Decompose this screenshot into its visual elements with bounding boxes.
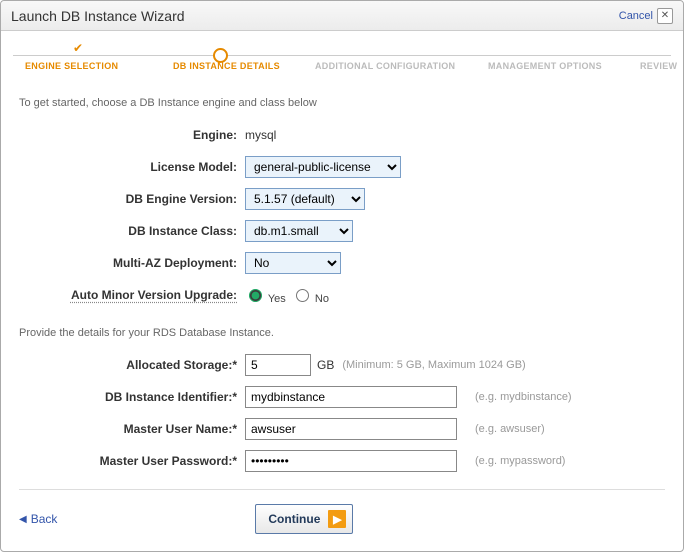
divider (19, 489, 665, 490)
arrow-right-icon: ▶ (328, 510, 346, 528)
radio-auto-minor-yes[interactable] (249, 289, 262, 302)
dialog-header: Launch DB Instance Wizard Cancel ✕ (1, 1, 683, 31)
steps-track (13, 55, 671, 56)
continue-button[interactable]: Continue ▶ (255, 504, 353, 534)
label-master-user: Master User Name:* (19, 422, 245, 436)
input-master-user[interactable] (245, 418, 457, 440)
wizard-steps: ✔ ENGINE SELECTION DB INSTANCE DETAILS A… (13, 37, 671, 87)
input-master-password[interactable] (245, 450, 457, 472)
radio-yes-wrap[interactable]: Yes (245, 286, 286, 305)
step-db-instance-details[interactable]: DB INSTANCE DETAILS (173, 61, 280, 71)
label-instance-class: DB Instance Class: (19, 224, 245, 238)
label-master-password: Master User Password:* (19, 454, 245, 468)
step-management-options: MANAGEMENT OPTIONS (488, 61, 602, 71)
cancel-link[interactable]: Cancel (619, 10, 653, 22)
radio-no-label: No (315, 293, 329, 305)
label-engine-version: DB Engine Version: (19, 192, 245, 206)
select-multi-az[interactable]: No (245, 252, 341, 274)
radio-yes-label: Yes (268, 293, 286, 305)
select-engine-version[interactable]: 5.1.57 (default) (245, 188, 365, 210)
input-allocated-storage[interactable] (245, 354, 311, 376)
value-engine: mysql (245, 128, 276, 142)
step-additional-configuration: ADDITIONAL CONFIGURATION (315, 61, 455, 71)
close-icon[interactable]: ✕ (657, 8, 673, 24)
back-label: Back (31, 512, 58, 526)
step-review: REVIEW (640, 61, 677, 71)
unit-gb: GB (317, 358, 334, 372)
label-auto-minor-upgrade: Auto Minor Version Upgrade: (19, 288, 245, 302)
hint-identifier: (e.g. mydbinstance) (475, 391, 572, 403)
label-db-identifier: DB Instance Identifier:* (19, 390, 245, 404)
wizard-dialog: Launch DB Instance Wizard Cancel ✕ ✔ ENG… (0, 0, 684, 552)
wizard-footer: ◀ Back Continue ▶ (1, 494, 683, 544)
input-db-identifier[interactable] (245, 386, 457, 408)
radio-no-wrap[interactable]: No (292, 286, 329, 305)
continue-label: Continue (268, 512, 320, 526)
label-license-model: License Model: (19, 160, 245, 174)
label-multi-az: Multi-AZ Deployment: (19, 256, 245, 270)
radio-auto-minor-no[interactable] (296, 289, 309, 302)
back-button[interactable]: ◀ Back (19, 512, 57, 526)
hint-storage: (Minimum: 5 GB, Maximum 1024 GB) (342, 359, 525, 371)
wizard-body: To get started, choose a DB Instance eng… (1, 87, 683, 490)
section2-text: Provide the details for your RDS Databas… (19, 327, 665, 339)
hint-user: (e.g. awsuser) (475, 423, 545, 435)
step-engine-selection[interactable]: ENGINE SELECTION (25, 61, 118, 71)
select-instance-class[interactable]: db.m1.small (245, 220, 353, 242)
label-engine: Engine: (19, 128, 245, 142)
hint-password: (e.g. mypassword) (475, 455, 565, 467)
label-allocated-storage: Allocated Storage:* (19, 358, 245, 372)
select-license-model[interactable]: general-public-license (245, 156, 401, 178)
dialog-title: Launch DB Instance Wizard (11, 8, 185, 24)
step-done-check-icon: ✔ (73, 41, 85, 53)
triangle-left-icon: ◀ (19, 514, 27, 525)
intro-text: To get started, choose a DB Instance eng… (19, 97, 665, 109)
